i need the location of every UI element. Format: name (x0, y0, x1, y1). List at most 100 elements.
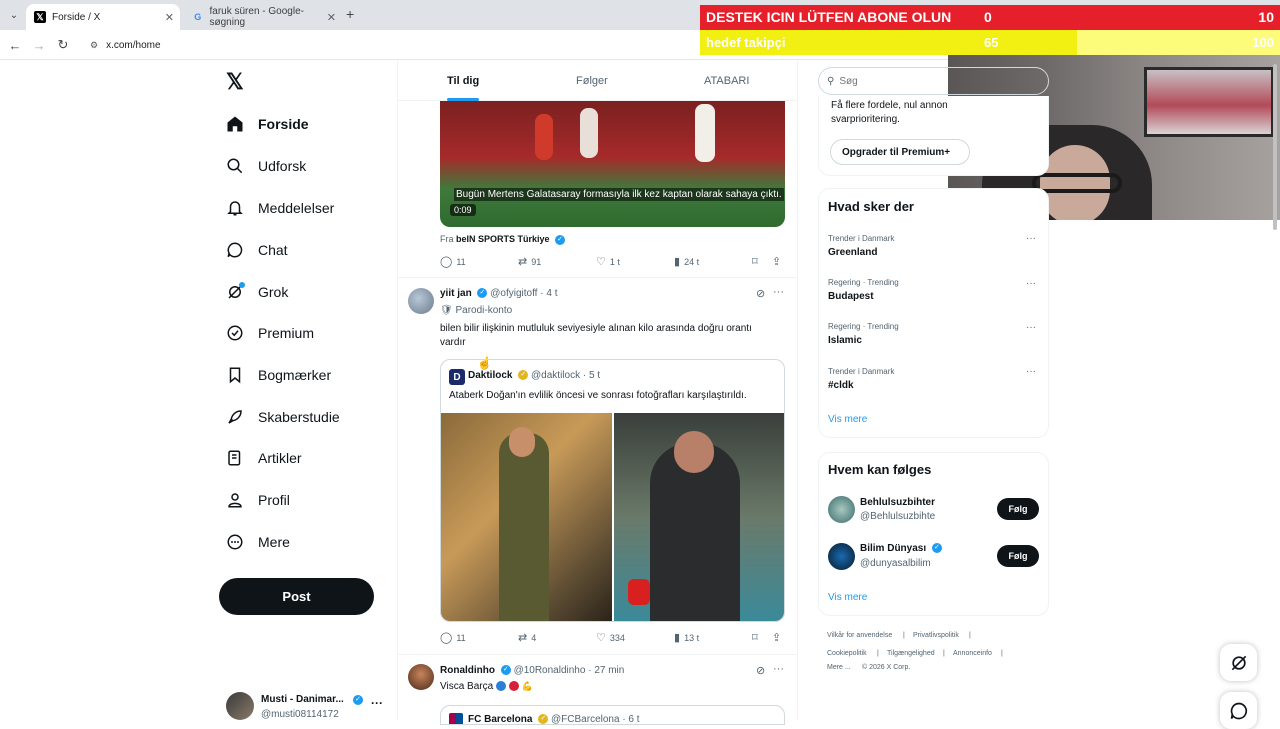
new-tab-button[interactable]: + (346, 6, 354, 22)
reply-button[interactable]: ◯ 11 (440, 255, 466, 268)
browser-tab-google[interactable]: G faruk süren - Google-søgning ✕ (184, 4, 342, 30)
avatar[interactable] (828, 543, 855, 570)
messages-floating-button[interactable] (1220, 692, 1257, 729)
verified-icon: ✓ (477, 288, 488, 299)
trend-name: #cldk (828, 380, 854, 391)
tweet-text-content: Visca Barça (440, 681, 494, 692)
reload-button[interactable]: ↻ (54, 36, 72, 54)
source-name[interactable]: beIN SPORTS Türkiye (456, 234, 550, 244)
tweet-divider (398, 277, 797, 278)
quote-author: Daktilock (468, 370, 513, 381)
nav-item-explore[interactable]: Udforsk (226, 151, 306, 181)
bookmark-icon (226, 366, 244, 384)
follow-button[interactable]: Følg (997, 498, 1039, 520)
scrollbar-thumb[interactable] (1273, 64, 1277, 230)
tweet-time[interactable]: · 27 min (588, 665, 624, 676)
share-button[interactable]: ⇪ (772, 255, 785, 268)
close-icon[interactable]: ✕ (327, 11, 336, 24)
tab-search-dropdown[interactable]: ⌄ (6, 7, 22, 23)
browser-tab-x[interactable]: 𝕏 Forside / X ✕ (26, 4, 180, 30)
nav-item-grok[interactable]: Grok (226, 277, 288, 307)
follow-button[interactable]: Følg (997, 545, 1039, 567)
tweet-time[interactable]: · 4 t (540, 288, 557, 299)
repost-button[interactable]: ⇄ 91 (518, 255, 541, 268)
chat-icon (226, 241, 244, 259)
more-dots-icon[interactable]: ··· (1026, 366, 1036, 377)
nav-label: Forside (258, 116, 309, 132)
site-info-icon[interactable]: ⚙ (90, 40, 98, 51)
views-button[interactable]: ▮ 13 t (674, 631, 699, 644)
author-handle[interactable]: @10Ronaldinho (514, 665, 586, 676)
footer-link-cookies[interactable]: Cookiepolitik (827, 650, 867, 657)
footer-link-ads-info[interactable]: Annonceinfo (953, 650, 992, 657)
post-button[interactable]: Post (219, 578, 374, 615)
tab-atabari[interactable]: ATABARI (704, 61, 749, 101)
more-dots-icon[interactable]: ··· (1026, 322, 1036, 333)
x-logo-icon[interactable]: 𝕏 (226, 71, 246, 93)
upgrade-premium-button[interactable]: Opgrader til Premium+ (830, 139, 970, 165)
back-button[interactable]: ← (6, 36, 24, 54)
footer-link-more[interactable]: Mere ... (827, 664, 851, 671)
bookmark-button[interactable]: ⌑ (752, 631, 762, 644)
reply-button[interactable]: ◯ 11 (440, 631, 466, 644)
address-bar[interactable]: ⚙ x.com/home (84, 35, 684, 55)
show-more-follow-link[interactable]: Vis mere (828, 592, 867, 603)
like-button[interactable]: ♡ 1 t (596, 255, 620, 268)
more-dots-icon[interactable]: ··· (1026, 278, 1036, 289)
nav-item-articles[interactable]: Artikler (226, 443, 302, 473)
suggestion-name[interactable]: Bilim Dünyası (860, 543, 926, 554)
grok-icon[interactable]: ⊘ (756, 287, 765, 300)
nav-item-more[interactable]: Mere (226, 527, 290, 557)
close-icon[interactable]: ✕ (165, 11, 174, 24)
nav-label: Skaberstudie (258, 409, 340, 425)
avatar[interactable] (828, 496, 855, 523)
nav-item-creator-studio[interactable]: Skaberstudie (226, 402, 340, 432)
views-icon: ▮ (674, 256, 681, 268)
account-switcher[interactable]: Musti - Danimar... ✓ @musti08114172 ··· (226, 690, 386, 720)
footer-link-accessibility[interactable]: Tilgængelighed (887, 650, 935, 657)
search-input[interactable] (839, 75, 1020, 87)
search-box[interactable]: ⚲ (818, 67, 1049, 95)
more-dots-icon[interactable]: ··· (773, 663, 784, 675)
forward-button[interactable]: → (30, 36, 48, 54)
quote-tweet[interactable]: D Daktilock ✓ @daktilock · 5 t Ataberk D… (440, 359, 785, 622)
author-handle[interactable]: @ofyigitoff (490, 288, 537, 299)
footer-link-terms[interactable]: Vilkår for anvendelse (827, 632, 892, 639)
tweet-video[interactable]: Bugün Mertens Galatasaray formasıyla ilk… (440, 100, 785, 227)
nav-item-bookmarks[interactable]: Bogmærker (226, 360, 331, 390)
views-button[interactable]: ▮ 24 t (674, 255, 699, 268)
tab-following[interactable]: Følger (576, 61, 608, 101)
nav-item-home[interactable]: Forside (226, 109, 309, 139)
repost-button[interactable]: ⇄ 4 (518, 631, 536, 644)
more-dots-icon[interactable]: ··· (371, 696, 383, 710)
grok-icon[interactable]: ⊘ (756, 664, 765, 677)
nav-item-chat[interactable]: Chat (226, 235, 288, 265)
suggestion-name[interactable]: Behlulsuzbihter (860, 497, 935, 508)
footer-link-privacy[interactable]: Privatlivspolitik (913, 632, 959, 639)
trend-meta: Regering · Trending (828, 278, 899, 287)
avatar[interactable] (408, 664, 434, 690)
nav-item-notifications[interactable]: Meddelelser (226, 193, 334, 223)
nav-item-premium[interactable]: Premium (226, 318, 314, 348)
like-button[interactable]: ♡ 334 (596, 631, 625, 644)
quote-photo-after[interactable] (614, 413, 784, 621)
verified-icon: ✓ (500, 665, 511, 676)
tab-for-you[interactable]: Til dig (447, 61, 480, 101)
share-button[interactable]: ⇪ (772, 631, 785, 644)
avatar[interactable] (408, 288, 434, 314)
author-name[interactable]: yiit jan (440, 288, 472, 299)
who-to-follow-title: Hvem kan følges (828, 462, 932, 477)
video-duration: 0:09 (450, 204, 476, 216)
more-dots-icon[interactable]: ··· (773, 286, 784, 298)
more-dots-icon[interactable]: ··· (1026, 233, 1036, 244)
quote-tweet[interactable]: FC Barcelona ✓ @FCBarcelona · 6 t (440, 705, 785, 725)
grok-floating-button[interactable] (1220, 644, 1257, 681)
quote-photo-before[interactable] (441, 413, 612, 621)
author-name[interactable]: Ronaldinho (440, 665, 495, 676)
person-icon (226, 491, 244, 509)
bookmark-button[interactable]: ⌑ (752, 255, 762, 268)
nav-item-profile[interactable]: Profil (226, 485, 290, 515)
timeline-tabs: Til dig Følger ATABARI (398, 61, 797, 101)
tweet-header: Ronaldinho ✓ @10Ronaldinho · 27 min (440, 665, 624, 676)
show-more-trends-link[interactable]: Vis mere (828, 414, 867, 425)
